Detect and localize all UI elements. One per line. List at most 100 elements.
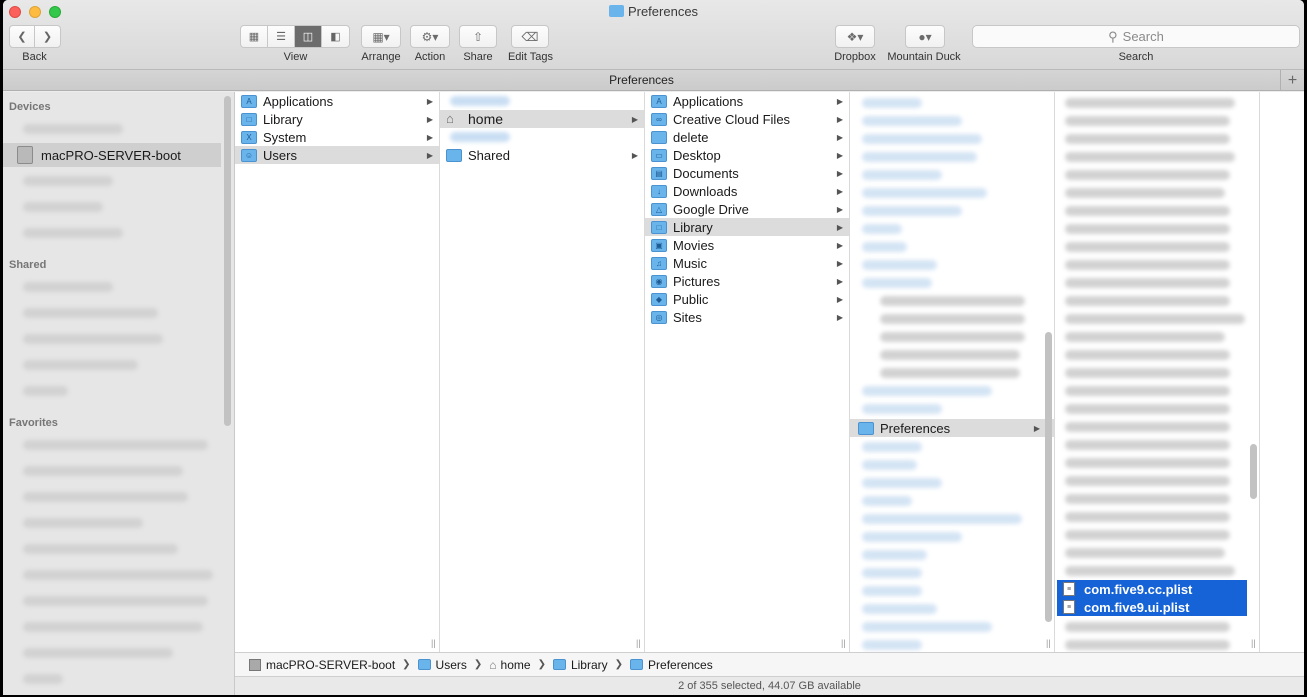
list-item[interactable]: [1065, 260, 1230, 270]
list-item[interactable]: [862, 586, 922, 596]
list-item[interactable]: [1065, 494, 1230, 504]
sidebar-item-device[interactable]: [23, 202, 103, 212]
sidebar-item-shared[interactable]: [23, 334, 163, 344]
list-item[interactable]: [862, 622, 992, 632]
list-item[interactable]: Shared ▶: [440, 146, 644, 164]
list-item[interactable]: [1065, 188, 1225, 198]
list-item[interactable]: [1065, 170, 1230, 180]
list-item[interactable]: ↓ Downloads ▶: [645, 182, 849, 200]
icon-view-button[interactable]: ▦: [241, 26, 268, 47]
list-item[interactable]: [1065, 622, 1230, 632]
list-item[interactable]: [862, 188, 987, 198]
sidebar-item-shared[interactable]: [23, 386, 68, 396]
list-item[interactable]: ♫ Music ▶: [645, 254, 849, 272]
sidebar-item-macpro-server-boot[interactable]: macPRO-SERVER-boot: [3, 143, 221, 167]
sidebar-item-favorite[interactable]: [23, 622, 203, 632]
list-item[interactable]: [862, 224, 902, 234]
list-item[interactable]: [1065, 458, 1230, 468]
list-item[interactable]: [862, 640, 922, 650]
list-item[interactable]: [862, 170, 942, 180]
list-item[interactable]: [862, 496, 912, 506]
list-item[interactable]: X System ▶: [235, 128, 439, 146]
sidebar-item-favorite[interactable]: [23, 518, 143, 528]
list-item[interactable]: ◎ Sites ▶: [645, 308, 849, 326]
list-item[interactable]: [1065, 566, 1235, 576]
list-item[interactable]: [862, 278, 932, 288]
list-item[interactable]: [880, 314, 1025, 324]
list-item[interactable]: A Applications ▶: [645, 92, 849, 110]
list-item[interactable]: [1065, 314, 1245, 324]
column-view-button[interactable]: ◫: [295, 26, 322, 47]
column-resize-handle[interactable]: ||: [431, 638, 436, 648]
list-item[interactable]: ◉ Pictures ▶: [645, 272, 849, 290]
list-item[interactable]: ▤ Documents ▶: [645, 164, 849, 182]
sidebar-item-favorite[interactable]: [23, 674, 63, 684]
new-tab-button[interactable]: +: [1280, 70, 1304, 91]
list-item[interactable]: △ Google Drive ▶: [645, 200, 849, 218]
sidebar-item-shared[interactable]: [23, 308, 158, 318]
list-item[interactable]: [1065, 242, 1230, 252]
list-item[interactable]: [862, 442, 922, 452]
list-view-button[interactable]: ☰: [268, 26, 295, 47]
path-item[interactable]: ⌂ home: [489, 658, 530, 672]
path-item[interactable]: macPRO-SERVER-boot: [249, 658, 395, 672]
list-item[interactable]: [862, 206, 962, 216]
list-item[interactable]: ∞ Creative Cloud Files ▶: [645, 110, 849, 128]
list-item[interactable]: [862, 532, 962, 542]
list-item[interactable]: [1065, 422, 1230, 432]
list-item[interactable]: [862, 604, 937, 614]
sidebar-item-favorite[interactable]: [23, 440, 208, 450]
list-item[interactable]: [880, 296, 1025, 306]
tab-preferences[interactable]: Preferences: [3, 73, 1280, 87]
list-item[interactable]: [862, 260, 937, 270]
list-item[interactable]: ☺ Users ▶: [235, 146, 439, 164]
path-item[interactable]: Preferences: [630, 658, 713, 672]
list-item[interactable]: [1065, 476, 1230, 486]
list-item[interactable]: ⌂ home ▶: [440, 110, 644, 128]
sidebar-item-device[interactable]: [23, 124, 123, 134]
list-item[interactable]: [1065, 440, 1230, 450]
list-item[interactable]: □ Library ▶: [235, 110, 439, 128]
sidebar-item-device[interactable]: [23, 176, 113, 186]
sidebar-item-favorite[interactable]: [23, 648, 173, 658]
column-scrollbar[interactable]: [1250, 444, 1257, 499]
list-item[interactable]: ◆ Public ▶: [645, 290, 849, 308]
action-button[interactable]: ⚙▾: [410, 25, 450, 48]
sidebar-item-shared[interactable]: [23, 360, 138, 370]
list-item[interactable]: [862, 404, 942, 414]
list-item[interactable]: [1065, 350, 1230, 360]
list-item[interactable]: ≡ com.five9.ui.plist: [1057, 598, 1247, 616]
list-item[interactable]: [862, 242, 907, 252]
path-item[interactable]: Users: [417, 658, 467, 672]
sidebar-item-favorite[interactable]: [23, 596, 208, 606]
list-item[interactable]: [1065, 98, 1235, 108]
column-resize-handle[interactable]: ||: [1046, 638, 1051, 648]
sidebar-item-favorite[interactable]: [23, 466, 183, 476]
list-item[interactable]: [862, 152, 977, 162]
coverflow-view-button[interactable]: ◧: [322, 26, 349, 47]
dropbox-button[interactable]: ❖▾: [835, 25, 875, 48]
list-item[interactable]: ▣ Movies ▶: [645, 236, 849, 254]
column-scrollbar[interactable]: [1045, 332, 1052, 622]
list-item[interactable]: [880, 350, 1020, 360]
arrange-button[interactable]: ▦▾: [361, 25, 401, 48]
list-item[interactable]: A Applications ▶: [235, 92, 439, 110]
list-item[interactable]: [1065, 640, 1230, 650]
list-item[interactable]: [1065, 152, 1235, 162]
sidebar-scrollbar[interactable]: [224, 96, 231, 426]
column-resize-handle[interactable]: ||: [636, 638, 641, 648]
list-item[interactable]: [1065, 206, 1230, 216]
sidebar-item-shared[interactable]: [23, 282, 113, 292]
list-item[interactable]: [450, 96, 510, 106]
forward-button[interactable]: ❯: [35, 26, 60, 47]
list-item[interactable]: Preferences ▶: [850, 419, 1054, 437]
search-field[interactable]: ⚲ Search: [972, 25, 1300, 48]
sidebar-item-favorite[interactable]: [23, 492, 188, 502]
column-resize-handle[interactable]: ||: [1251, 638, 1256, 648]
list-item[interactable]: [1065, 278, 1230, 288]
sidebar-item-favorite[interactable]: [23, 570, 213, 580]
list-item[interactable]: [862, 386, 992, 396]
list-item[interactable]: [1065, 134, 1230, 144]
list-item[interactable]: [862, 134, 982, 144]
list-item[interactable]: [862, 514, 1022, 524]
